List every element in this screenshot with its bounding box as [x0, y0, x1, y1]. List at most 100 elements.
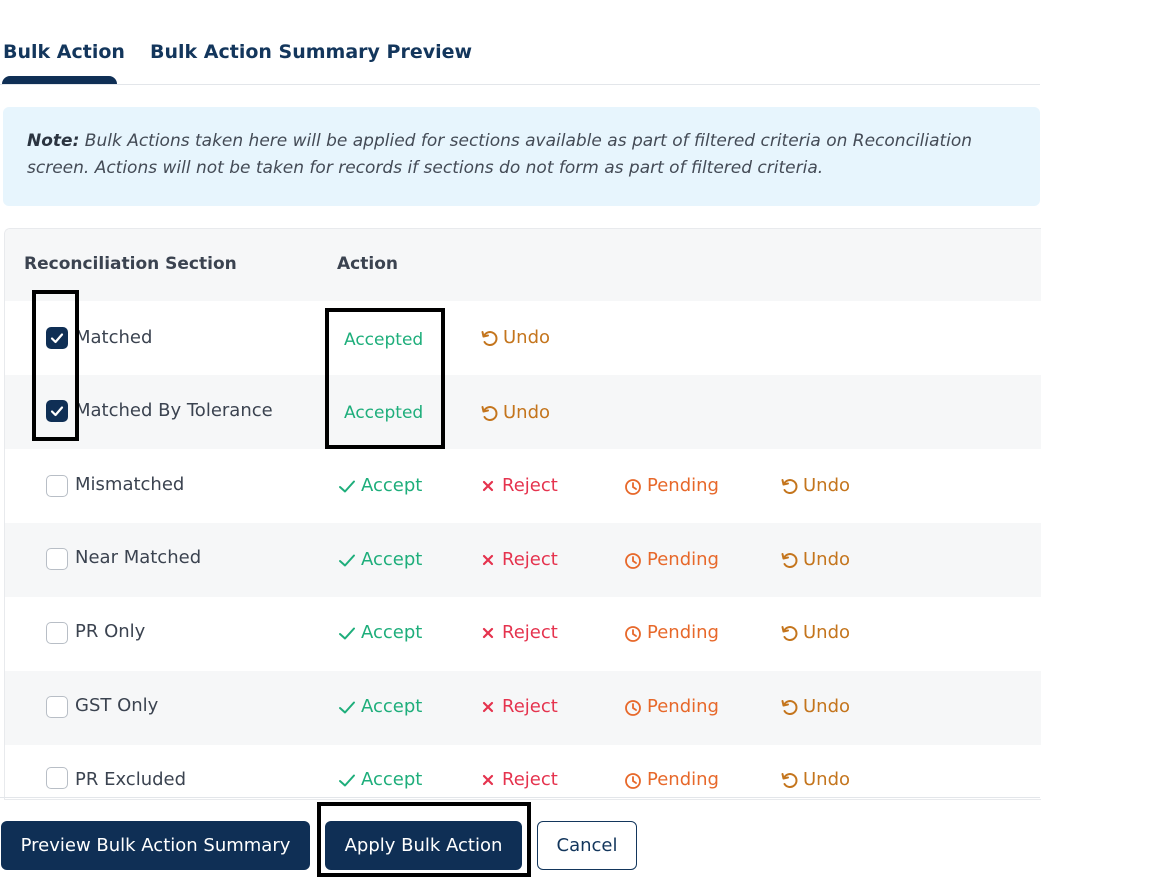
x-icon [482, 774, 494, 785]
accept-button[interactable]: Accept [337, 769, 422, 790]
undo-icon [781, 552, 798, 568]
row-checkbox[interactable] [46, 327, 68, 349]
row-checkbox[interactable] [46, 548, 68, 570]
note-prefix: Note: [27, 131, 80, 151]
table-row: GST Only Accept Reject Pending Undo [5, 671, 1041, 745]
row-checkbox[interactable] [46, 696, 68, 718]
accept-label: Accept [361, 549, 423, 570]
accept-button[interactable]: Accept [337, 475, 422, 496]
undo-button[interactable]: Undo [779, 622, 850, 643]
checkmark-icon [50, 406, 64, 417]
reject-button[interactable]: Reject [478, 769, 558, 790]
clock-icon [625, 699, 641, 716]
pending-label: Pending [647, 475, 719, 496]
reject-button[interactable]: Reject [478, 622, 558, 643]
pending-button[interactable]: Pending [623, 769, 719, 790]
accept-label: Accept [361, 696, 423, 717]
note-body: Bulk Actions taken here will be applied … [27, 131, 973, 178]
x-icon [482, 480, 494, 491]
accept-label: Accept [361, 622, 423, 643]
reject-label: Reject [502, 696, 558, 717]
check-icon [339, 701, 355, 713]
row-checkbox[interactable] [46, 767, 68, 789]
row-checkbox[interactable] [46, 622, 68, 644]
x-icon [482, 554, 494, 565]
pending-label: Pending [647, 622, 719, 643]
checkmark-icon [50, 333, 64, 344]
cancel-button[interactable]: Cancel [537, 821, 637, 870]
reject-label: Reject [502, 769, 558, 790]
apply-bulk-action-button[interactable]: Apply Bulk Action [325, 821, 522, 870]
pending-label: Pending [647, 696, 719, 717]
reject-label: Reject [502, 622, 558, 643]
reject-button[interactable]: Reject [478, 696, 558, 717]
table-row: PR Excluded Accept Reject Pending Undo [5, 745, 1041, 799]
clock-icon [625, 552, 641, 569]
undo-label: Undo [803, 475, 851, 496]
section-label: Matched [75, 327, 153, 348]
accept-label: Accept [361, 475, 423, 496]
undo-button[interactable]: Undo [779, 475, 850, 496]
tab-bulk-action-summary-preview[interactable]: Bulk Action Summary Preview [150, 41, 472, 63]
pending-label: Pending [647, 769, 719, 790]
section-label: Mismatched [75, 474, 185, 495]
undo-label: Undo [803, 622, 851, 643]
footer-divider [0, 797, 1040, 798]
section-label: PR Only [75, 621, 146, 642]
table-row: Matched Accepted Undo [5, 301, 1041, 375]
preview-bulk-action-summary-button[interactable]: Preview Bulk Action Summary [1, 821, 310, 870]
undo-icon [781, 478, 798, 494]
pending-button[interactable]: Pending [623, 696, 719, 717]
clock-icon [625, 625, 641, 642]
pending-label: Pending [647, 549, 719, 570]
undo-button[interactable]: Undo [779, 769, 850, 790]
undo-button[interactable]: Undo [779, 696, 850, 717]
accept-button[interactable]: Accept [337, 696, 422, 717]
undo-label: Undo [503, 327, 551, 348]
undo-label: Undo [503, 402, 551, 423]
reject-button[interactable]: Reject [478, 549, 558, 570]
reject-label: Reject [502, 549, 558, 570]
table-header: Reconciliation Section Action [5, 229, 1041, 301]
x-icon [482, 701, 494, 712]
table-row: PR Only Accept Reject Pending Undo [5, 597, 1041, 671]
undo-icon [781, 625, 798, 641]
row-checkbox[interactable] [46, 475, 68, 497]
pending-button[interactable]: Pending [623, 622, 719, 643]
pending-button[interactable]: Pending [623, 549, 719, 570]
tab-bulk-action[interactable]: Bulk Action [3, 41, 125, 63]
undo-icon [481, 330, 498, 346]
bulk-action-table: Reconciliation Section Action Matched Ac… [4, 228, 1041, 800]
table-row: Matched By Tolerance Accepted Undo [5, 375, 1041, 449]
clock-icon [625, 478, 641, 495]
accept-label: Accept [361, 769, 423, 790]
undo-icon [781, 772, 798, 788]
row-checkbox[interactable] [46, 400, 68, 422]
undo-icon [481, 405, 498, 421]
undo-label: Undo [803, 549, 851, 570]
table-row: Mismatched Accept Reject Pending Undo [5, 449, 1041, 523]
pending-button[interactable]: Pending [623, 475, 719, 496]
reject-button[interactable]: Reject [478, 475, 558, 496]
check-icon [339, 774, 355, 786]
undo-button[interactable]: Undo [779, 549, 850, 570]
accept-button[interactable]: Accept [337, 622, 422, 643]
active-tab-indicator [2, 76, 117, 84]
table-row: Near Matched Accept Reject Pending Undo [5, 523, 1041, 597]
accept-button[interactable]: Accept [337, 549, 422, 570]
undo-button[interactable]: Undo [479, 327, 550, 348]
undo-label: Undo [803, 696, 851, 717]
undo-label: Undo [803, 769, 851, 790]
section-label: Near Matched [75, 547, 202, 568]
note-text: Note: Bulk Actions taken here will be ap… [27, 128, 1032, 182]
section-label: PR Excluded [75, 769, 187, 790]
x-icon [482, 627, 494, 638]
check-icon [339, 554, 355, 566]
status-accepted: Accepted [344, 330, 424, 350]
undo-button[interactable]: Undo [479, 402, 550, 423]
check-icon [339, 627, 355, 639]
clock-icon [625, 772, 641, 789]
check-icon [339, 480, 355, 492]
section-label: GST Only [75, 695, 159, 716]
section-label: Matched By Tolerance [75, 400, 273, 421]
